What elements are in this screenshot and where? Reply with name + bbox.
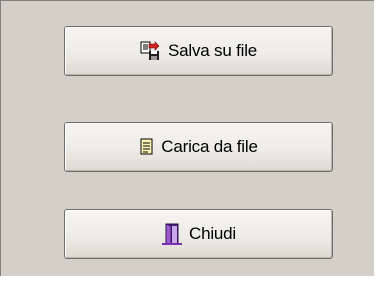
save-to-file-label: Salva su file — [167, 41, 258, 60]
load-from-file-icon — [139, 138, 155, 156]
save-to-file-icon — [140, 41, 162, 61]
save-to-file-button[interactable]: Salva su file — [64, 26, 333, 76]
close-button[interactable]: Chiudi — [64, 209, 333, 259]
load-from-file-button[interactable]: Carica da file — [64, 122, 333, 172]
button-panel: Salva su file Carica da file Chiudi — [0, 0, 375, 277]
load-from-file-label: Carica da file — [161, 137, 258, 156]
close-label: Chiudi — [189, 224, 236, 243]
exit-door-icon — [161, 222, 183, 246]
